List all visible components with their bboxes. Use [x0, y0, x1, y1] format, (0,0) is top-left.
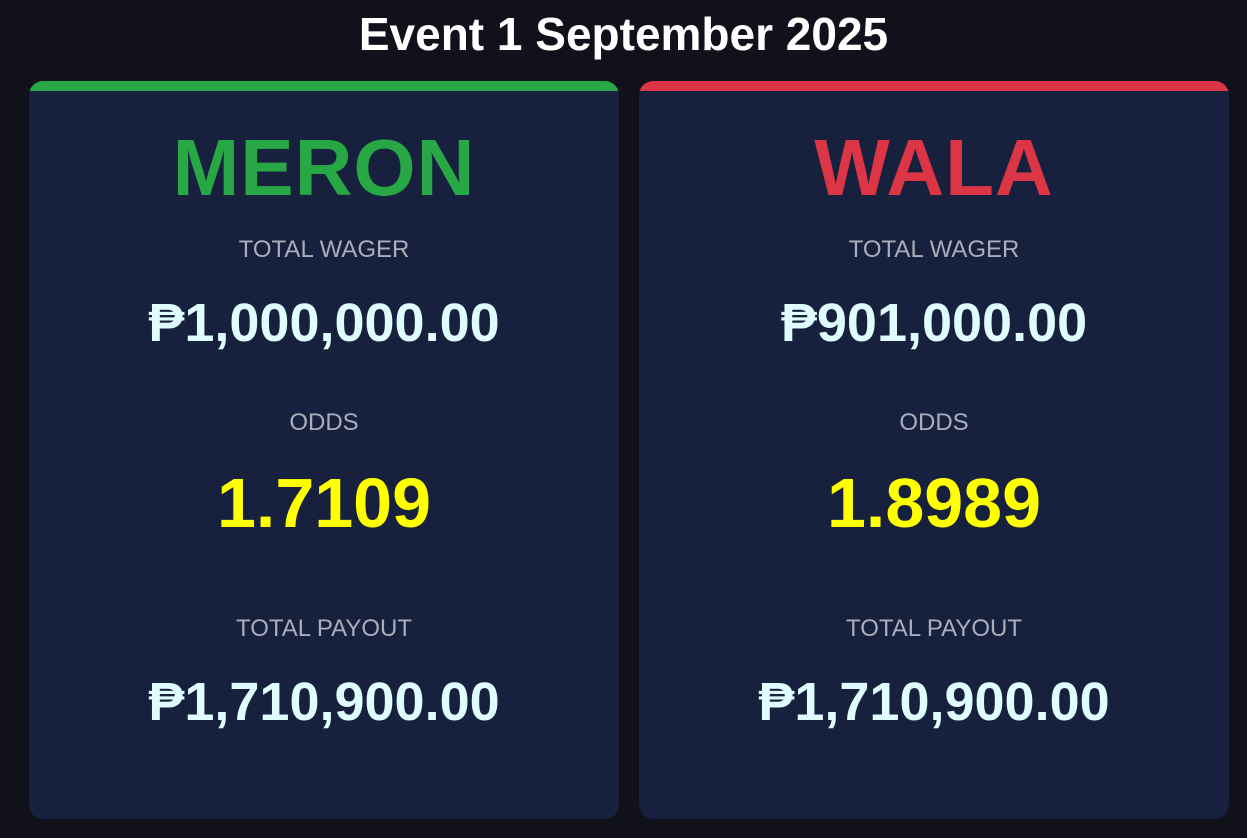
meron-odds-label: ODDS	[289, 409, 359, 436]
wala-card: WALA TOTAL WAGER ₱901,000.00 ODDS 1.8989…	[639, 81, 1229, 819]
meron-card: MERON TOTAL WAGER ₱1,000,000.00 ODDS 1.7…	[29, 81, 619, 819]
wala-total-payout-value: ₱1,710,900.00	[758, 672, 1110, 732]
wala-total-wager-label: TOTAL WAGER	[848, 236, 1020, 263]
wala-title: WALA	[814, 123, 1054, 212]
meron-total-wager-value: ₱1,000,000.00	[148, 293, 500, 353]
wala-total-payout-label: TOTAL PAYOUT	[845, 615, 1023, 642]
meron-odds-value: 1.7109	[216, 464, 432, 542]
wala-odds-label: ODDS	[899, 409, 969, 436]
wala-accent-bar	[639, 81, 1229, 91]
meron-accent-bar	[29, 81, 619, 91]
meron-title: MERON	[172, 123, 476, 212]
wala-total-wager-value: ₱901,000.00	[780, 293, 1088, 353]
wala-odds-value: 1.8989	[826, 464, 1042, 542]
meron-total-wager-label: TOTAL WAGER	[238, 236, 410, 263]
meron-total-payout-label: TOTAL PAYOUT	[235, 615, 413, 642]
meron-total-payout-value: ₱1,710,900.00	[148, 672, 500, 732]
page-title: Event 1 September 2025	[358, 8, 889, 60]
